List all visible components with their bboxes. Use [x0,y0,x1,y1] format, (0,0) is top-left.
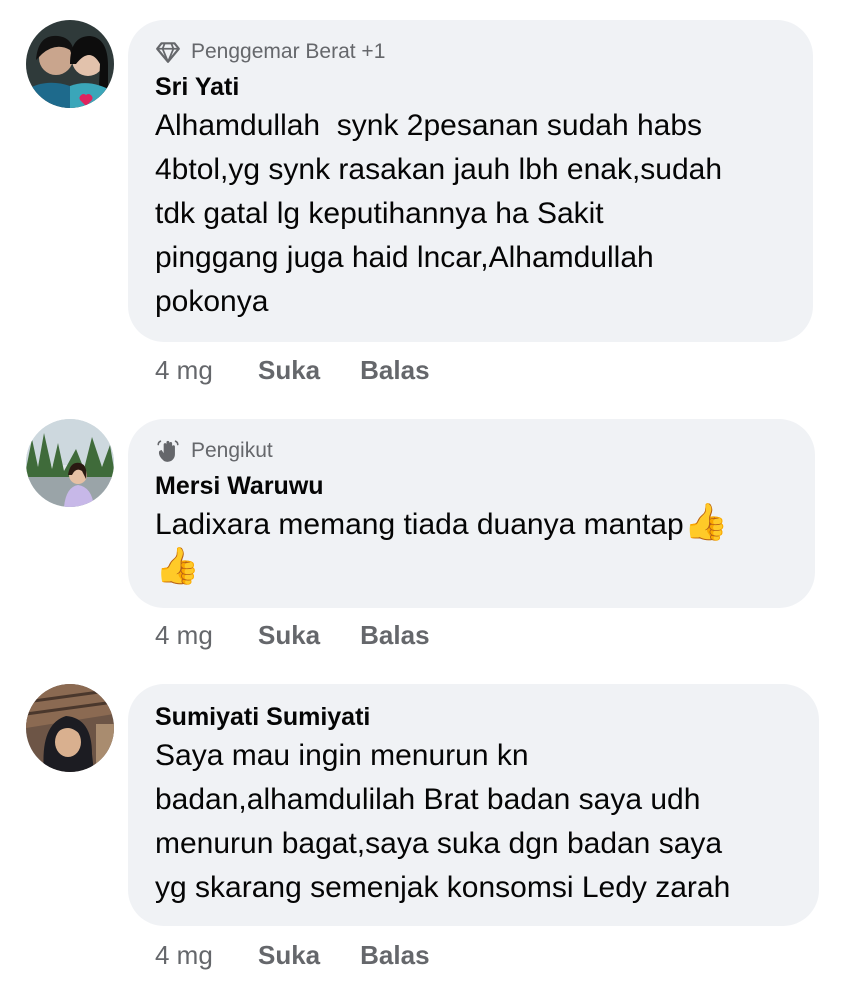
diamond-icon [155,39,181,65]
fan-badge[interactable]: Penggemar Berat +1 [155,38,787,66]
comment-bubble: Penggemar Berat +1 Sri Yati Alhamdullah … [128,20,813,342]
timestamp[interactable]: 4 mg [155,355,258,386]
badge-label: Pengikut [191,439,273,462]
reply-button[interactable]: Balas [360,355,429,386]
like-button[interactable]: Suka [258,940,320,971]
comment-text: Ladixara memang tiada duanya mantap👍 👍 [155,503,789,591]
timestamp[interactable]: 4 mg [155,620,258,651]
author-name[interactable]: Sri Yati [155,70,787,104]
badge-label: Penggemar Berat +1 [191,40,386,63]
comment-bubble: Pengikut Mersi Waruwu Ladixara memang ti… [128,419,815,608]
author-name[interactable]: Sumiyati Sumiyati [155,700,793,734]
avatar[interactable] [26,20,114,108]
waving-hand-icon [155,438,181,464]
like-button[interactable]: Suka [258,620,320,651]
like-button[interactable]: Suka [258,355,320,386]
follower-badge[interactable]: Pengikut [155,437,789,465]
comment-actions: 4 mg Suka Balas [155,620,470,651]
comment-actions: 4 mg Suka Balas [155,355,470,386]
timestamp[interactable]: 4 mg [155,940,258,971]
thumbs-up-emoji: 👍 [155,545,200,586]
comment-text: Alhamdullah synk 2pesanan sudah habs 4bt… [155,109,723,318]
comment-text: Saya mau ingin menurun kn badan,alhamdul… [155,739,731,904]
comment-text-body: Ladixara memang tiada duanya mantap [155,508,684,541]
reply-button[interactable]: Balas [360,620,429,651]
author-name[interactable]: Mersi Waruwu [155,469,789,503]
reply-button[interactable]: Balas [360,940,429,971]
comment-actions: 4 mg Suka Balas [155,940,470,971]
comment-bubble: Sumiyati Sumiyati Saya mau ingin menurun… [128,684,819,926]
avatar[interactable] [26,419,114,507]
thumbs-up-emoji: 👍 [683,501,729,542]
avatar[interactable] [26,684,114,772]
